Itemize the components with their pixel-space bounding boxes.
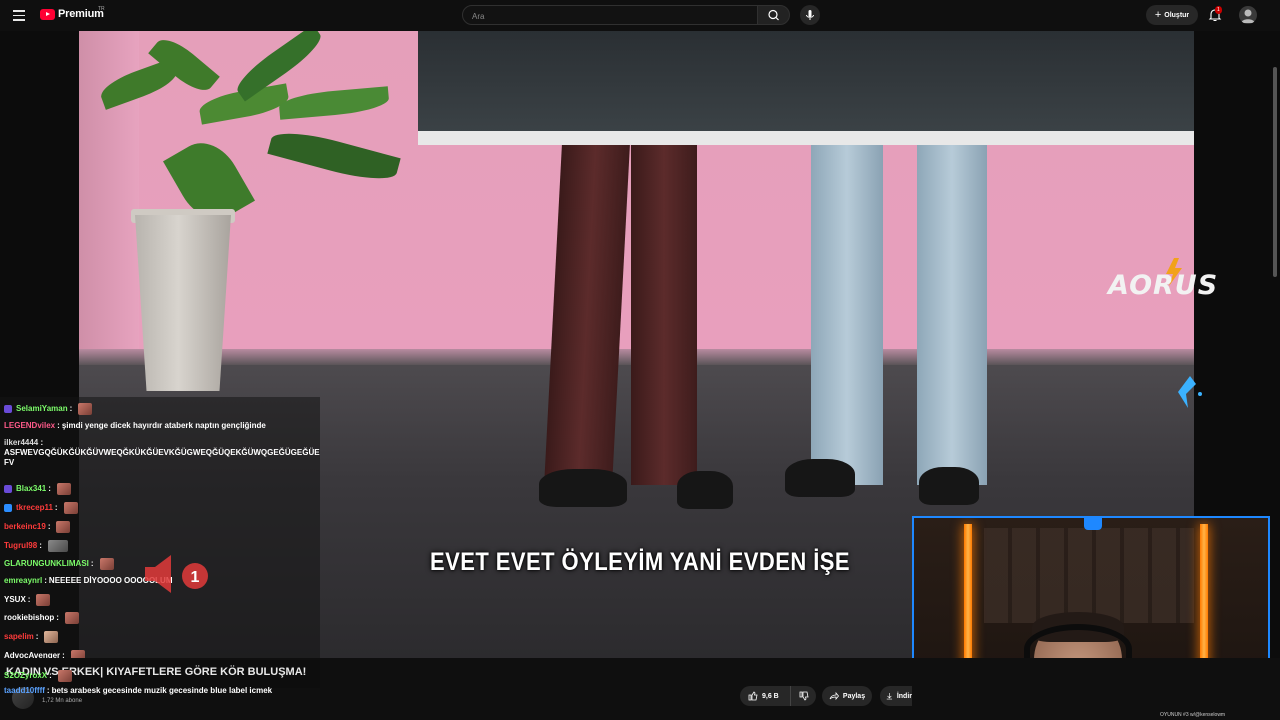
microphone-icon (806, 10, 814, 20)
chat-emote-icon (57, 670, 72, 682)
plant-leaf (267, 124, 401, 188)
subscriber-count: 1,72 Mn abone (42, 698, 83, 704)
chat-message: SelamiYaman : (4, 403, 93, 415)
webcam-shelf (984, 528, 1194, 623)
create-label: Oluştur (1164, 11, 1190, 19)
share-button[interactable]: Paylaş (822, 686, 872, 706)
cyan-spark-icon (1178, 376, 1202, 408)
chat-emote-icon (36, 594, 51, 606)
create-button[interactable]: + Oluştur (1146, 5, 1198, 25)
chat-emote-icon (47, 540, 68, 552)
speaker-icon: 1 (145, 555, 208, 593)
thumbs-up-icon (748, 691, 758, 701)
shoe (785, 459, 855, 497)
search-icon (768, 9, 779, 21)
chat-emote-icon (63, 502, 78, 514)
download-button[interactable]: İndir (880, 686, 912, 706)
plant-leaf (278, 86, 390, 120)
top-bar: Premium TR + Oluştur 1 (0, 0, 1280, 31)
chat-message: YSUX : (4, 594, 51, 606)
person-left-leg (631, 145, 697, 485)
shoe (539, 469, 627, 507)
page-scrollbar[interactable] (1273, 67, 1277, 277)
aorus-logo: AORUS (1108, 270, 1219, 301)
search-button[interactable] (757, 5, 790, 25)
hamburger-menu-icon[interactable] (10, 7, 28, 23)
speaker-badge-count: 1 (191, 569, 200, 586)
download-label: İndir (896, 692, 912, 700)
search-input[interactable] (463, 7, 757, 26)
youtube-play-icon (40, 8, 55, 20)
webcam-footer: OYUNUN #3 w/@kenselowm (1040, 711, 1280, 720)
chat-username: Blax341 (16, 484, 47, 493)
person-right-leg (917, 145, 987, 485)
chat-emote-icon (64, 612, 79, 624)
notification-badge: 1 (1215, 6, 1222, 14)
chat-message: S2OZyroxX : (4, 670, 72, 682)
chat-emote-icon (56, 483, 71, 495)
chat-username: Tugrul98 (4, 541, 38, 550)
chat-username: GLARUNGUNKLIMASI (4, 559, 89, 568)
voice-search-button[interactable] (800, 5, 820, 25)
plant-pot (135, 215, 231, 391)
chat-message: Blax341 : (4, 483, 71, 495)
logo-text: Premium (58, 8, 104, 20)
chat-badge-icon (4, 485, 12, 493)
user-avatar[interactable] (1239, 6, 1257, 24)
chat-message: taadd10ffff : bets arabesk gecesinde muz… (4, 686, 273, 695)
chat-username: SelamiYaman (16, 404, 68, 413)
chat-text: ASFWEVGQĞÜKĞÜKĞÜVWEQĞKÜKĞÜEVKĞÜGWEQĞÜQEK… (4, 448, 320, 467)
shoe (919, 467, 979, 505)
chat-username: tkrecep11 (16, 503, 53, 512)
chat-username: taadd10ffff (4, 686, 45, 695)
divider-panel (418, 31, 1194, 133)
chat-message: Tugrul98 : (4, 540, 68, 552)
chat-message: GLARUNGUNKLIMASI : (4, 558, 114, 570)
chat-username: sapelim (4, 632, 34, 641)
chat-text: bets arabesk gecesinde muzik gecesinde b… (51, 686, 273, 695)
chat-message: LEGENDvilex : şimdi yenge dicek hayırdır… (4, 421, 266, 430)
chat-message: tkrecep11 : (4, 502, 78, 514)
shoe (677, 471, 733, 509)
chat-username: rookiebishop (4, 613, 55, 622)
chat-emote-icon (44, 631, 59, 643)
chat-text: şimdi yenge dicek hayırdır ataberk naptı… (61, 421, 266, 430)
chat-username: berkeinc19 (4, 522, 46, 531)
chat-message: rookiebishop : (4, 612, 79, 624)
like-dislike-group: 9,6 B (740, 686, 816, 706)
chat-message: berkeinc19 : (4, 521, 71, 533)
dislike-button[interactable] (790, 686, 816, 706)
chat-emote-icon (99, 558, 114, 570)
chat-emote-icon (56, 521, 71, 533)
chat-message: sapelim : (4, 631, 59, 643)
chat-badge-icon (4, 405, 12, 413)
chat-username: YSUX (4, 595, 26, 604)
share-label: Paylaş (842, 692, 866, 700)
chat-message: ilker4444 : ASFWEVGQĞÜKĞÜKĞÜVWEQĞKÜKĞÜEV… (4, 438, 320, 467)
search-box (462, 5, 758, 26)
download-icon (886, 692, 893, 700)
like-button[interactable]: 9,6 B (740, 686, 790, 706)
webcam-footer-text: OYUNUN #3 w/@kenselowm (1160, 712, 1226, 718)
chat-username: emreaynrl (4, 576, 43, 585)
thumbs-down-icon (799, 691, 808, 701)
chat-username: ilker4444 (4, 438, 39, 447)
plus-icon: + (1154, 8, 1162, 21)
person-right-leg (811, 145, 883, 485)
region-code: TR (98, 6, 105, 12)
app-root: EVET EVET ÖYLEYİM YANİ EVDEN İŞE AORUS S… (0, 0, 1280, 720)
chat-username: LEGENDvilex (4, 421, 56, 430)
like-count: 9,6 B (762, 692, 779, 700)
divider-panel-edge (418, 131, 1194, 145)
chat-username: S2OZyroxX (4, 671, 48, 680)
chat-badge-icon (4, 504, 12, 512)
chat-emote-icon (78, 403, 93, 415)
youtube-premium-logo[interactable]: Premium (40, 8, 104, 20)
webcam-logo-icon (1084, 518, 1102, 530)
avatar-icon (1241, 9, 1255, 23)
share-icon (829, 691, 839, 701)
